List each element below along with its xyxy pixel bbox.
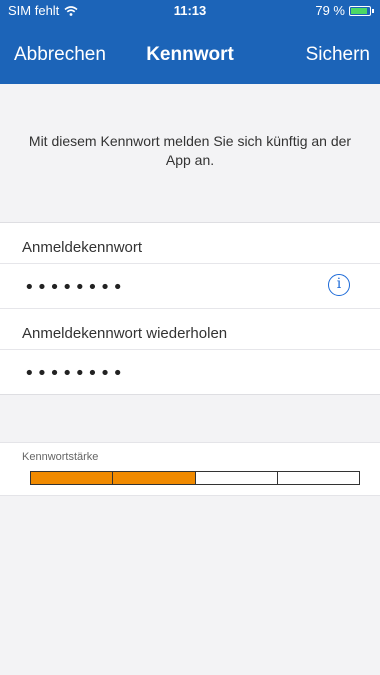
strength-segment-1 [31,472,114,484]
strength-segment-3 [195,472,278,484]
battery-tip [372,8,374,13]
password-row: i [0,264,380,309]
info-text-content: Mit diesem Kennwort melden Sie sich künf… [28,133,352,168]
repeat-password-label: Anmeldekennwort wiederholen [22,325,228,342]
password-form: Anmeldekennwort i Anmeldekennwort wieder… [0,222,380,395]
strength-segment-2 [113,472,196,484]
repeat-label-row: Anmeldekennwort wiederholen [0,309,380,350]
info-text: Mit diesem Kennwort melden Sie sich künf… [0,132,380,170]
repeat-password-row [0,350,380,394]
status-bar: SIM fehlt 11:13 79 % [0,0,380,20]
strength-segment-4 [277,472,359,484]
repeat-password-field[interactable] [22,358,306,388]
battery-icon [349,5,371,16]
password-label: Anmeldekennwort [22,239,143,256]
battery-percent: 79 % [315,3,345,18]
battery-fill [351,7,367,14]
status-right: 79 % [315,3,374,18]
save-button[interactable]: Sichern [306,44,370,66]
strength-meter [30,471,360,485]
nav-bar: Abbrechen Kennwort Sichern [0,30,380,82]
password-field[interactable] [22,272,306,302]
strength-label: Kennwortstärke [22,451,99,463]
password-strength: Kennwortstärke [0,442,380,496]
header: SIM fehlt 11:13 79 % Abbrechen Kennwort … [0,0,380,84]
password-label-row: Anmeldekennwort [0,223,380,264]
info-icon[interactable]: i [328,274,350,296]
